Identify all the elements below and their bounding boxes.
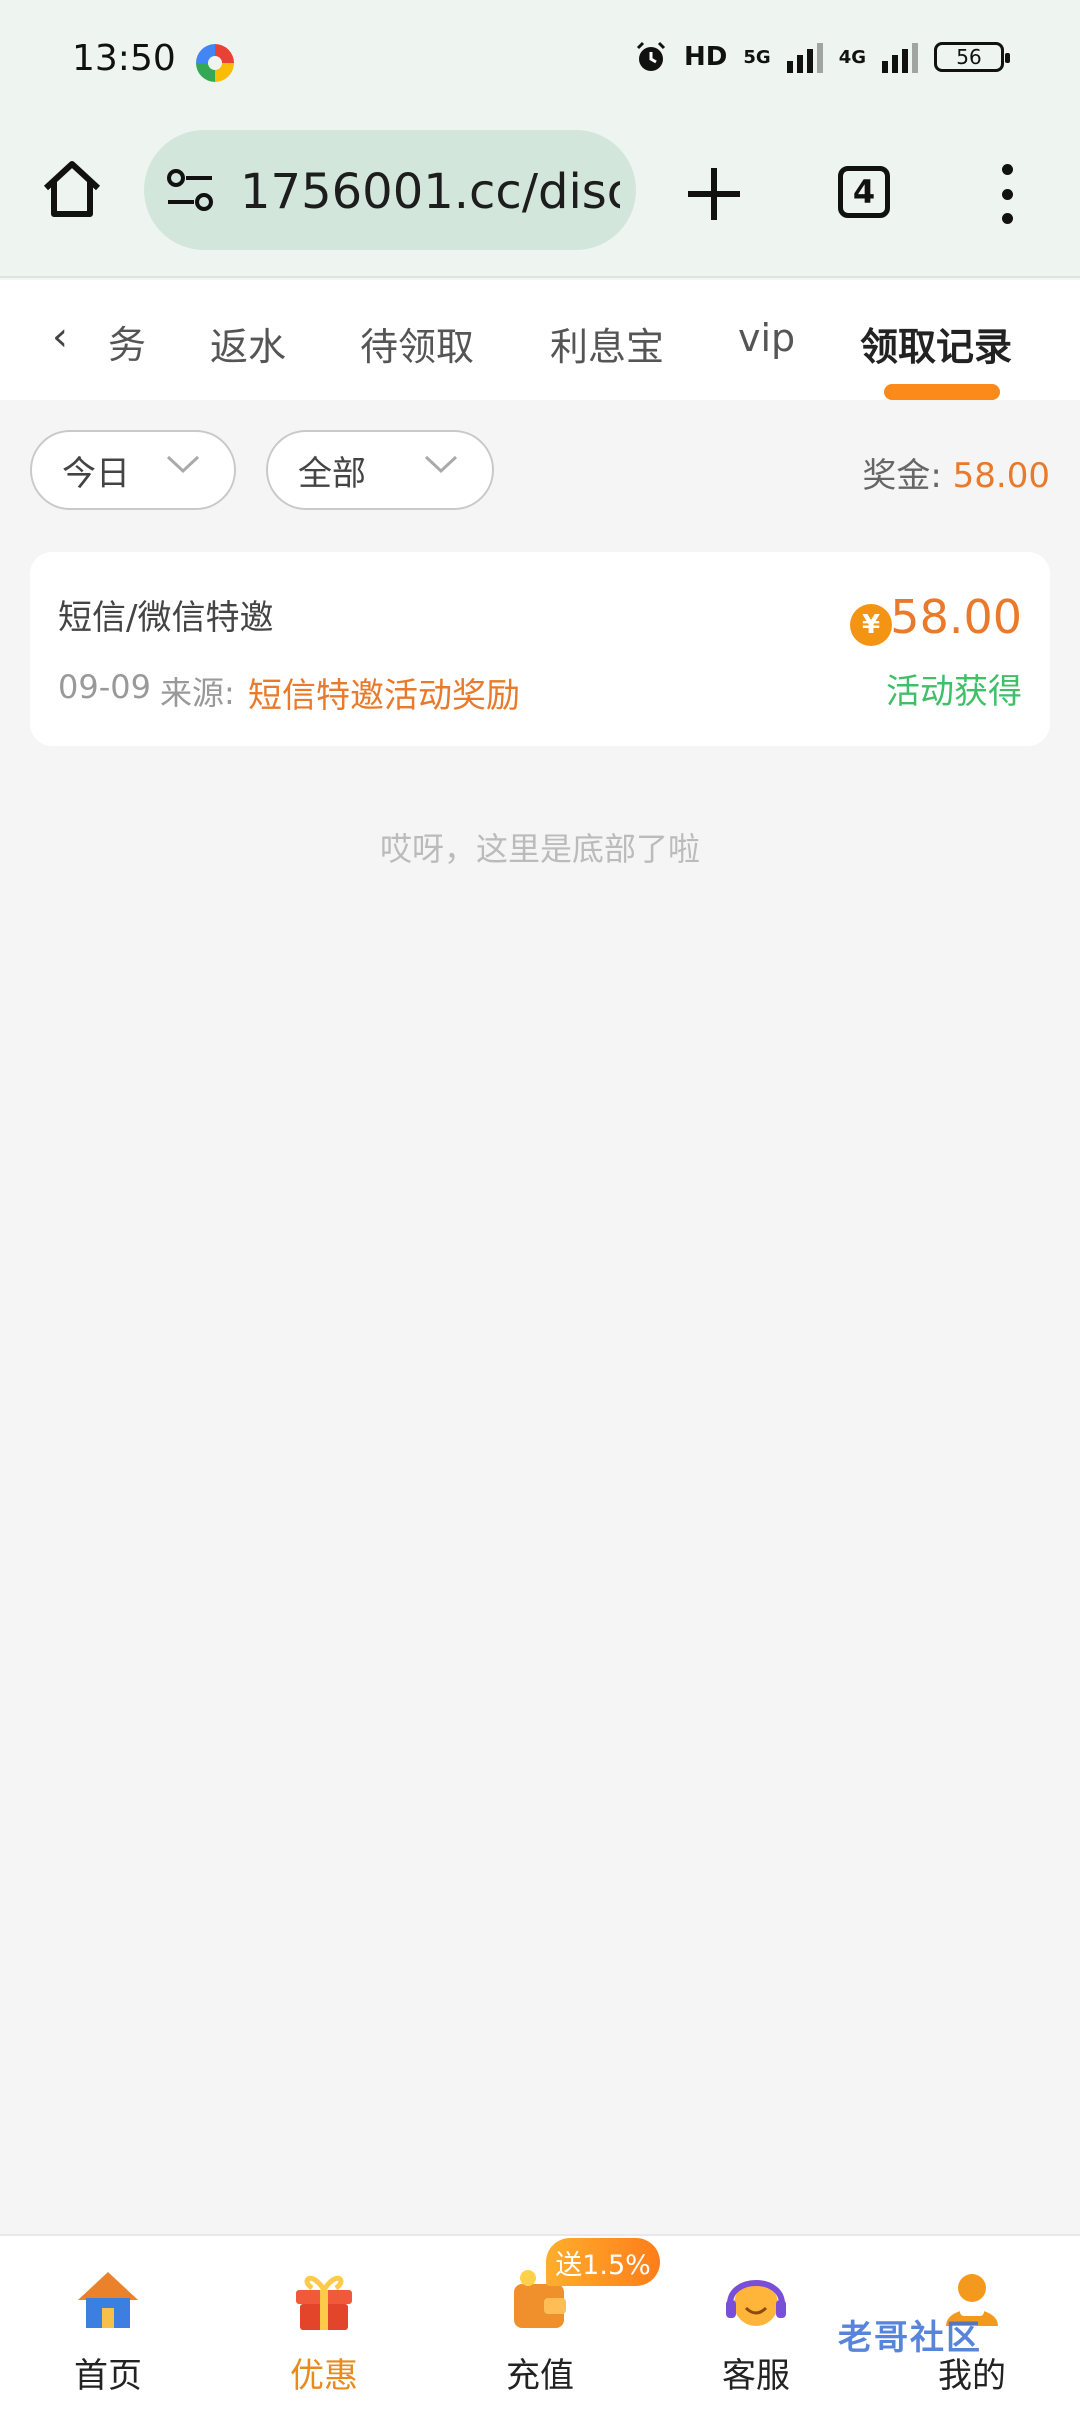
address-bar[interactable]: 1756001.cc/disco: [144, 130, 636, 250]
browser-toolbar: 1756001.cc/disco 4: [0, 124, 1080, 278]
nav-support-label: 客服: [722, 2356, 790, 2396]
category-tabs: ‹ 务 返水 待领取 利息宝 vip 领取记录: [0, 280, 1080, 400]
chevron-down-icon: [166, 455, 200, 474]
tab-claim-records[interactable]: 领取记录: [860, 316, 1012, 371]
record-source: 短信特邀活动奖励: [248, 676, 520, 716]
record-card: 短信/微信特邀 09-09 来源: 短信特邀活动奖励 ¥ 58.00 活动获得: [30, 552, 1050, 746]
gift-icon: [296, 2275, 352, 2330]
browser-chrome: 13:50 HD 5G 4G 56 1756001.cc/disc 4: [0, 0, 1080, 278]
house-icon: [78, 2272, 138, 2328]
date-filter-value: 今日: [62, 453, 130, 494]
nav-promotions[interactable]: 优惠: [216, 2236, 432, 2412]
status-bar: 13:50 HD 5G 4G 56: [0, 0, 1080, 124]
signal-4g-label: 4G: [838, 46, 866, 68]
nav-deposit-label: 充值: [506, 2356, 574, 2396]
bonus-value: 58.00: [952, 456, 1050, 496]
tab-interest[interactable]: 利息宝: [550, 316, 664, 371]
headset-icon: [726, 2280, 786, 2326]
battery-icon: 56: [934, 42, 1010, 72]
app-notification-icon: [196, 44, 234, 82]
active-tab-indicator: [884, 384, 1000, 400]
record-type: 活动获得: [886, 672, 1022, 712]
site-settings-icon[interactable]: [166, 168, 214, 212]
alarm-icon: [636, 41, 666, 71]
signal-4g-icon: [882, 41, 918, 73]
hd-icon: HD: [684, 42, 728, 72]
nav-promotions-label: 优惠: [290, 2356, 358, 2396]
record-amount: 58.00: [890, 590, 1022, 644]
tab-partial[interactable]: 务: [108, 314, 146, 369]
new-tab-icon[interactable]: [680, 160, 748, 228]
tab-switcher-button[interactable]: 4: [838, 166, 890, 218]
watermark: 老哥社区: [838, 2318, 982, 2358]
battery-level: 56: [956, 45, 982, 69]
tab-vip[interactable]: vip: [738, 316, 795, 360]
type-filter-select[interactable]: 全部: [266, 430, 494, 510]
signal-5g-icon: [786, 41, 823, 73]
tab-rebate[interactable]: 返水: [210, 316, 286, 371]
deposit-promo-badge: 送1.5%: [546, 2238, 660, 2286]
nav-home-label: 首页: [74, 2356, 142, 2396]
nav-home[interactable]: 首页: [0, 2236, 216, 2412]
signal-5g-label: 5G: [743, 46, 771, 68]
status-time: 13:50: [72, 38, 176, 79]
record-source-label: 来源:: [160, 674, 235, 712]
chevron-left-icon[interactable]: ‹: [52, 314, 68, 360]
end-of-list-message: 哎呀，这里是底部了啦: [379, 830, 700, 868]
url-text[interactable]: 1756001.cc/disco: [240, 164, 620, 220]
more-menu-icon[interactable]: [990, 164, 1024, 224]
chevron-down-icon: [424, 455, 458, 474]
bonus-total: 奖金: 58.00: [862, 448, 1050, 497]
date-filter-select[interactable]: 今日: [30, 430, 236, 510]
tab-pending[interactable]: 待领取: [360, 316, 474, 371]
tab-count: 4: [852, 173, 876, 211]
bonus-label: 奖金:: [862, 456, 942, 496]
yuan-coin-icon: ¥: [850, 604, 892, 646]
record-title: 短信/微信特邀: [58, 598, 274, 638]
home-icon[interactable]: [36, 154, 108, 226]
system-icons: HD 5G 4G 56: [634, 40, 1010, 74]
type-filter-value: 全部: [298, 453, 366, 494]
record-date: 09-09: [58, 668, 151, 706]
nav-support[interactable]: 客服: [648, 2236, 864, 2412]
